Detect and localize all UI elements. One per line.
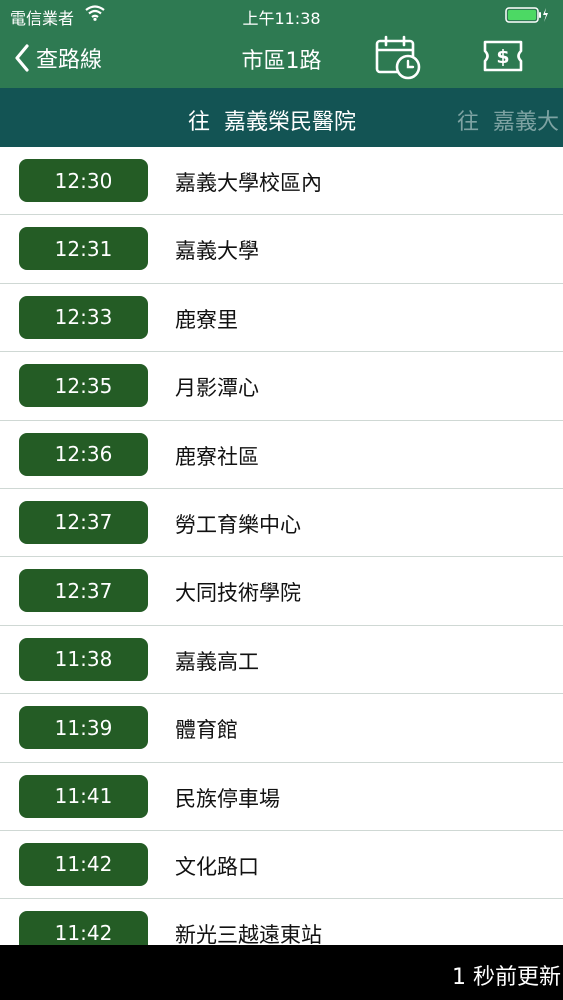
stop-row[interactable]: 11:41 民族停車場 <box>0 763 563 831</box>
stop-name: 民族停車場 <box>175 786 280 811</box>
update-footer: 1 秒前更新 <box>0 945 563 1000</box>
page-title: 市區1路 <box>241 49 322 74</box>
stop-name: 大同技術學院 <box>175 581 301 606</box>
stop-row[interactable]: 12:35 月影潭心 <box>0 352 563 421</box>
status-bar: 電信業者 上午11:38 <box>0 0 563 30</box>
direction-tabs: 往嘉義榮民醫院 往嘉義大 <box>0 88 563 147</box>
stop-name: 嘉義高工 <box>175 649 259 674</box>
stop-row[interactable]: 12:33 鹿寮里 <box>0 284 563 353</box>
stop-name: 嘉義大學校區內 <box>175 171 322 195</box>
stop-name: 鹿寮里 <box>175 307 238 332</box>
direction-prefix: 往 <box>457 110 480 135</box>
direction-tab-active[interactable]: 往嘉義榮民醫院 <box>188 104 356 136</box>
arrival-time-badge: 11:38 <box>19 637 148 681</box>
stop-name: 文化路口 <box>175 854 259 879</box>
arrival-time-badge: 11:42 <box>19 842 148 886</box>
header: 電信業者 上午11:38 查路線 市區1路 $ <box>0 0 563 88</box>
arrival-time-badge: 12:37 <box>19 500 148 544</box>
stop-row[interactable]: 11:42 文化路口 <box>0 831 563 900</box>
arrival-time-badge: 12:36 <box>19 432 148 476</box>
nav-bar: 查路線 市區1路 $ <box>0 30 563 88</box>
battery-icon <box>505 7 548 23</box>
stop-row[interactable]: 11:42 新光三越遠東站 <box>0 899 563 945</box>
arrival-time-badge: 12:30 <box>19 159 148 202</box>
stop-name: 月影潭心 <box>175 376 259 401</box>
arrival-time-badge: 12:31 <box>19 227 148 271</box>
stop-name: 新光三越遠東站 <box>175 923 322 945</box>
direction-name: 嘉義大 <box>493 110 560 135</box>
direction-tab-next[interactable]: 往嘉義大 <box>457 104 559 136</box>
stop-row[interactable]: 12:31 嘉義大學 <box>0 215 563 284</box>
stop-row[interactable]: 12:37 勞工育樂中心 <box>0 489 563 558</box>
arrival-time-badge: 11:42 <box>19 911 148 945</box>
stop-name: 嘉義大學 <box>175 239 259 264</box>
stop-row[interactable]: 12:37 大同技術學院 <box>0 557 563 626</box>
arrival-time-badge: 12:33 <box>19 295 148 339</box>
arrival-time-badge: 12:35 <box>19 364 148 408</box>
stop-name: 勞工育樂中心 <box>175 512 301 537</box>
last-updated-label: 1 秒前更新 <box>452 965 561 990</box>
direction-name: 嘉義榮民醫院 <box>224 110 357 135</box>
fare-ticket-icon[interactable]: $ <box>482 38 524 74</box>
stop-list[interactable]: 12:30 嘉義大學校區內 12:31 嘉義大學 12:33 鹿寮里 12:35 月影潭… <box>0 147 563 945</box>
direction-prefix: 往 <box>188 110 211 135</box>
arrival-time-badge: 11:39 <box>19 706 148 750</box>
stop-row[interactable]: 12:36 鹿寮社區 <box>0 421 563 489</box>
stop-row[interactable]: 12:30 嘉義大學校區內 <box>0 147 563 216</box>
stop-name: 體育館 <box>175 718 238 743</box>
stop-row[interactable]: 11:38 嘉義高工 <box>0 626 563 695</box>
schedule-calendar-icon[interactable] <box>374 34 422 80</box>
arrival-time-badge: 12:37 <box>19 569 148 613</box>
stop-row[interactable]: 11:39 體育館 <box>0 694 563 763</box>
status-clock: 上午11:38 <box>242 9 321 28</box>
svg-text:$: $ <box>496 46 509 68</box>
stop-name: 鹿寮社區 <box>175 444 259 469</box>
arrival-time-badge: 11:41 <box>19 774 148 818</box>
